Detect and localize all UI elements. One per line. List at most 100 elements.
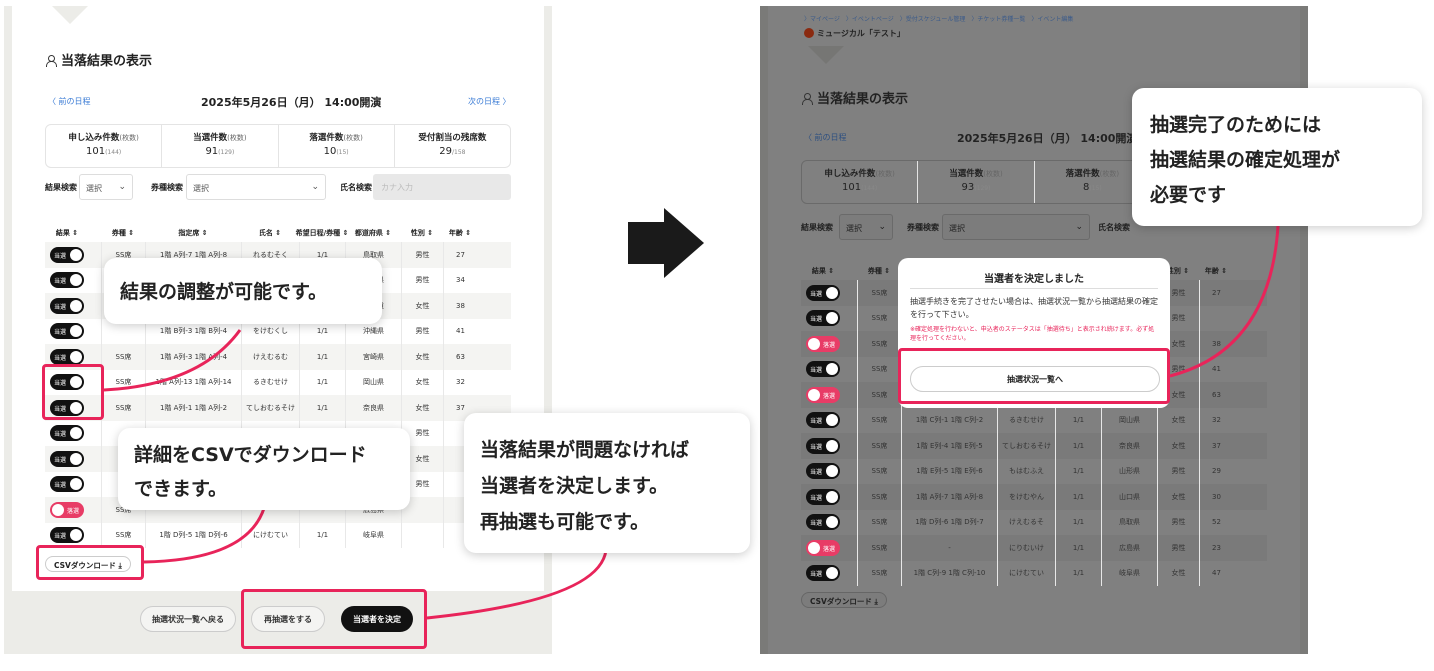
callout-adjust: 結果の調整が可能です。 — [104, 258, 382, 324]
cell-seat: SS席 — [857, 509, 901, 535]
result-toggle-won[interactable]: 当選 — [50, 323, 84, 340]
stat-value-sub: (15) — [1089, 185, 1102, 192]
cell-spec: - — [901, 535, 997, 561]
cell-area: 山口県 — [1101, 484, 1157, 510]
result-toggle-won[interactable]: 当選 — [806, 565, 840, 582]
result-toggle-won[interactable]: 当選 — [50, 527, 84, 544]
toggle-label: 当選 — [54, 278, 67, 286]
cell-spec: 1階 A列-7 1階 A列-8 — [901, 484, 997, 510]
event-name-text: ミュージカル「テスト」 — [817, 29, 905, 38]
back-to-status-button[interactable]: 抽選状況一覧へ戻る — [140, 606, 236, 632]
cell-area: 宮崎県 — [345, 344, 401, 370]
callout-confirm-line1: 抽選完了のためには — [1150, 114, 1322, 136]
stat-value: 10(15) — [279, 146, 394, 157]
cell-seat: SS席 — [857, 356, 901, 382]
column-header[interactable]: 年齢 ⇕ — [443, 224, 477, 242]
result-toggle-won[interactable]: 当選 — [50, 246, 84, 263]
result-toggle-won[interactable]: 当選 — [806, 310, 840, 327]
cell-seat: SS席 — [857, 382, 901, 408]
cell-age: 38 — [443, 293, 477, 319]
name-search-input[interactable]: カナ入力 — [373, 174, 511, 200]
column-header[interactable]: 結果 ⇕ — [45, 224, 89, 242]
highlight-bottom-buttons — [241, 589, 427, 649]
toggle-label: 落選 — [67, 507, 80, 515]
result-toggle-won[interactable]: 当選 — [50, 297, 84, 314]
stat-label: 申し込み件数(枚数) — [802, 167, 917, 179]
result-toggle-won[interactable]: 当選 — [50, 348, 84, 365]
column-header[interactable]: 性別 ⇕ — [401, 224, 443, 242]
seat-filter-label: 券種検索 — [907, 223, 939, 232]
result-toggle-won[interactable]: 当選 — [50, 272, 84, 289]
column-header[interactable]: 氏名 ⇕ — [241, 224, 299, 242]
prev-date-link[interactable]: 〈 前の日程 — [48, 96, 91, 107]
page-title: 当落結果の表示 — [46, 50, 152, 69]
modal-warning: ※確定処理を行わないと、申込者のステータスは「抽選待ち」と表示され続けます。必ず… — [910, 326, 1155, 342]
table-row: 当選 SS席 1階 D列-6 1階 D列-7 けえむるそ 1/1 鳥取県 男性 52 — [801, 509, 1267, 535]
result-toggle-lost[interactable]: 落選 — [806, 539, 840, 556]
toggle-label: 当選 — [810, 316, 823, 324]
stat-label-text: 当選件数 — [949, 169, 984, 179]
callout-csv-line1: 詳細をCSVでダウンロード — [134, 444, 367, 466]
next-date-link[interactable]: 次の日程 〉 — [468, 96, 511, 107]
result-cell: 落選 — [801, 382, 845, 408]
seat-filter-select[interactable]: 選択 ⌄ — [942, 214, 1090, 240]
person-icon — [802, 93, 813, 105]
column-header[interactable]: 指定席 ⇕ — [145, 224, 241, 242]
cell-age: 63 — [443, 344, 477, 370]
column-header[interactable]: 券種 ⇕ — [857, 262, 901, 280]
breadcrumb[interactable]: 〉マイページ 〉イベントページ 〉受付スケジュール管理 〉チケット券種一覧 〉イ… — [804, 14, 1073, 23]
result-toggle-won[interactable]: 当選 — [50, 450, 84, 467]
result-cell: 落選 — [801, 535, 845, 561]
callout-decide-line2: 当選者を決定します。 — [480, 475, 669, 497]
cell-seat: SS席 — [857, 458, 901, 484]
result-toggle-won[interactable]: 当選 — [806, 412, 840, 429]
stat-value-sub: (129) — [974, 185, 991, 192]
cell-pref: 1/1 — [1055, 433, 1101, 459]
highlight-modal-button — [898, 348, 1170, 404]
cell-area: 奈良県 — [345, 395, 401, 421]
result-toggle-won[interactable]: 当選 — [806, 463, 840, 480]
cell-name: るきむせけ — [241, 369, 299, 395]
toggle-label: 当選 — [54, 431, 67, 439]
result-toggle-won[interactable]: 当選 — [50, 476, 84, 493]
column-header[interactable]: 年齢 ⇕ — [1199, 262, 1233, 280]
stat-value: 101(144) — [46, 146, 161, 157]
column-header[interactable]: 結果 ⇕ — [801, 262, 845, 280]
result-toggle-lost[interactable]: 落選 — [50, 501, 84, 518]
event-name: ミュージカル「テスト」 — [804, 28, 905, 39]
seat-filter-select[interactable]: 選択 ⌄ — [186, 174, 326, 200]
prev-date-link[interactable]: 〈 前の日程 — [804, 132, 847, 143]
cell-name: にりむいけ — [997, 535, 1055, 561]
result-toggle-won[interactable]: 当選 — [806, 514, 840, 531]
cell-sex: 男性 — [401, 242, 443, 268]
column-header[interactable]: 希望日程/券種 ⇕ — [296, 224, 349, 242]
stats-box: 申し込み件数(枚数) 101(144) 当選件数(枚数) 93(129) 落選件数(枚数… — [801, 160, 1151, 204]
stat-label-text: 当選件数 — [193, 133, 228, 143]
result-toggle-lost[interactable]: 落選 — [806, 386, 840, 403]
cell-seat: SS席 — [857, 433, 901, 459]
cell-seat: SS席 — [857, 331, 901, 357]
result-filter-select[interactable]: 選択 ⌄ — [79, 174, 133, 200]
result-toggle-won[interactable]: 当選 — [806, 284, 840, 301]
column-header[interactable]: 券種 ⇕ — [101, 224, 145, 242]
cell-name: てしおむるそけ — [997, 433, 1055, 459]
result-cell: 落選 — [45, 497, 89, 523]
column-header[interactable]: 都道府県 ⇕ — [345, 224, 401, 242]
stat-value-sub: /158 — [452, 149, 466, 156]
page-title-text: 当落結果の表示 — [817, 92, 909, 107]
result-toggle-won[interactable]: 当選 — [806, 488, 840, 505]
result-toggle-lost[interactable]: 落選 — [806, 335, 840, 352]
result-cell: 当選 — [801, 408, 845, 434]
table-row: 当選 SS席 1階 E列-5 1階 E列-6 もはむふえ 1/1 山形県 男性 29 — [801, 458, 1267, 484]
modal-divider — [910, 288, 1158, 289]
result-cell: 当選 — [801, 306, 845, 332]
csv-download-button[interactable]: CSVダウンロード ⤓ — [801, 592, 887, 608]
result-filter-select[interactable]: 選択 ⌄ — [839, 214, 893, 240]
result-toggle-won[interactable]: 当選 — [806, 437, 840, 454]
result-toggle-won[interactable]: 当選 — [50, 425, 84, 442]
result-toggle-won[interactable]: 当選 — [806, 361, 840, 378]
chevron-down-icon: ⌄ — [1075, 222, 1083, 232]
cell-age: 34 — [443, 267, 477, 293]
toggle-label: 落選 — [823, 341, 836, 349]
stat-label-text: 落選件数 — [1065, 169, 1100, 179]
